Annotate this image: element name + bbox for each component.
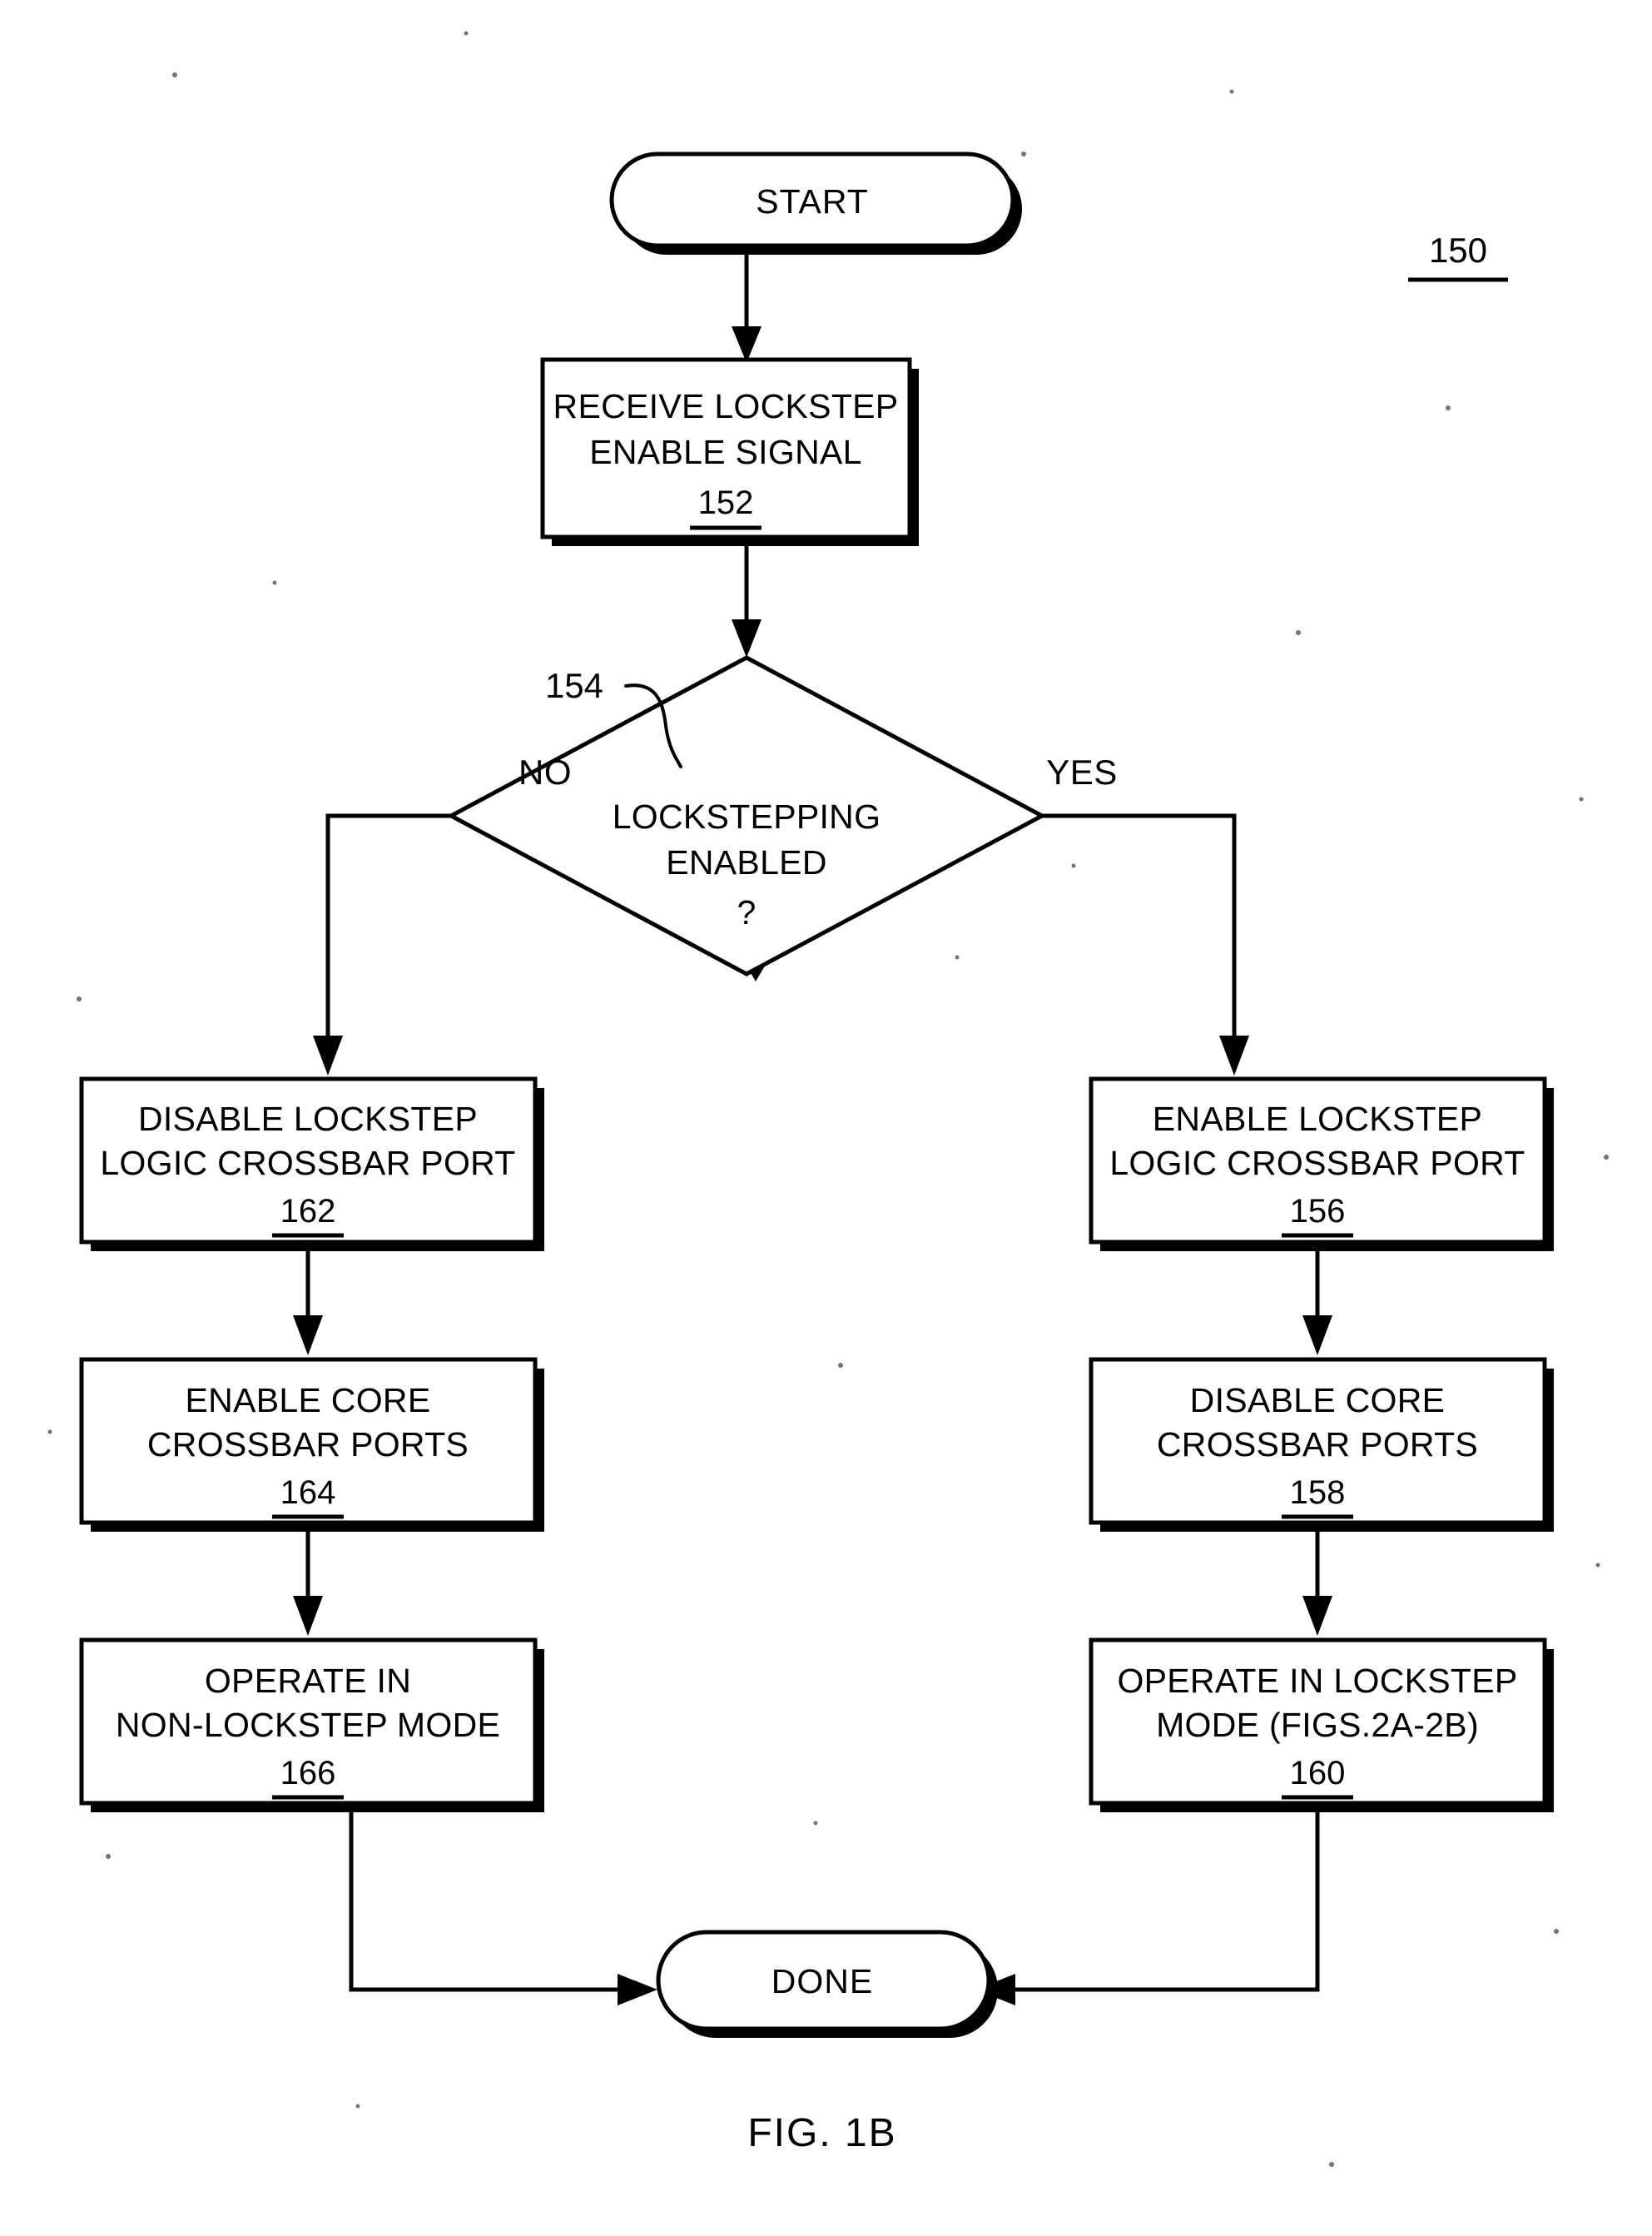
patent-figure-page: 150 START RECEIVE LOCKSTEP ENABLE SIGNAL… [0,0,1652,2236]
receive-box-line2: ENABLE SIGNAL [589,433,861,471]
decision-line1: LOCKSTEPPING [613,798,881,836]
enable-core-ports-line2: CROSSBAR PORTS [147,1425,469,1463]
node-disable-core-crossbar-ports: DISABLE CORE CROSSBAR PORTS 158 [1089,1357,1554,1532]
start-label: START [756,182,869,221]
disable-lockstep-logic-line1: DISABLE LOCKSTEP [138,1100,478,1138]
branch-no-label: NO [518,753,572,792]
node-start: START [609,152,1022,255]
enable-lockstep-logic-ref: 156 [1290,1193,1346,1230]
decision-line3: ? [737,893,756,932]
figure-ref-label: 150 [1429,231,1487,270]
disable-core-ports-ref: 158 [1290,1474,1346,1511]
receive-box-ref: 152 [698,484,754,521]
decision-line2: ENABLED [666,843,827,882]
node-enable-core-crossbar-ports: ENABLE CORE CROSSBAR PORTS 164 [79,1357,544,1532]
node-operate-non-lockstep-mode: OPERATE IN NON-LOCKSTEP MODE 166 [79,1637,544,1812]
disable-core-ports-line2: CROSSBAR PORTS [1157,1425,1478,1463]
node-disable-lockstep-logic-crossbar-port: DISABLE LOCKSTEP LOGIC CROSSBAR PORT 162 [79,1076,544,1251]
node-receive-lockstep-enable-signal: RECEIVE LOCKSTEP ENABLE SIGNAL 152 [540,357,919,546]
branch-yes-label: YES [1046,753,1118,792]
enable-core-ports-line1: ENABLE CORE [186,1381,431,1419]
operate-lockstep-line2: MODE (FIGS.2A-2B) [1156,1706,1479,1744]
figure-caption: FIG. 1B [747,2111,896,2155]
enable-lockstep-logic-line1: ENABLE LOCKSTEP [1153,1100,1482,1138]
operate-non-lockstep-line1: OPERATE IN [205,1662,411,1700]
disable-lockstep-logic-line2: LOGIC CROSSBAR PORT [100,1144,515,1182]
node-done: DONE [656,1930,998,2038]
operate-lockstep-line1: OPERATE IN LOCKSTEP [1117,1662,1517,1700]
node-enable-lockstep-logic-crossbar-port: ENABLE LOCKSTEP LOGIC CROSSBAR PORT 156 [1089,1076,1554,1251]
enable-lockstep-logic-line2: LOGIC CROSSBAR PORT [1109,1144,1525,1182]
enable-core-ports-ref: 164 [280,1474,336,1511]
operate-non-lockstep-line2: NON-LOCKSTEP MODE [116,1706,500,1744]
operate-non-lockstep-ref: 166 [280,1755,336,1791]
disable-core-ports-line1: DISABLE CORE [1190,1381,1446,1419]
operate-lockstep-ref: 160 [1290,1755,1346,1791]
decision-ref-label: 154 [545,666,603,705]
disable-lockstep-logic-ref: 162 [280,1193,336,1230]
done-label: DONE [771,1962,873,2000]
flowchart-diagram: 150 START RECEIVE LOCKSTEP ENABLE SIGNAL… [0,0,1652,2236]
node-operate-lockstep-mode: OPERATE IN LOCKSTEP MODE (FIGS.2A-2B) 16… [1089,1637,1554,1812]
receive-box-line1: RECEIVE LOCKSTEP [553,387,899,425]
